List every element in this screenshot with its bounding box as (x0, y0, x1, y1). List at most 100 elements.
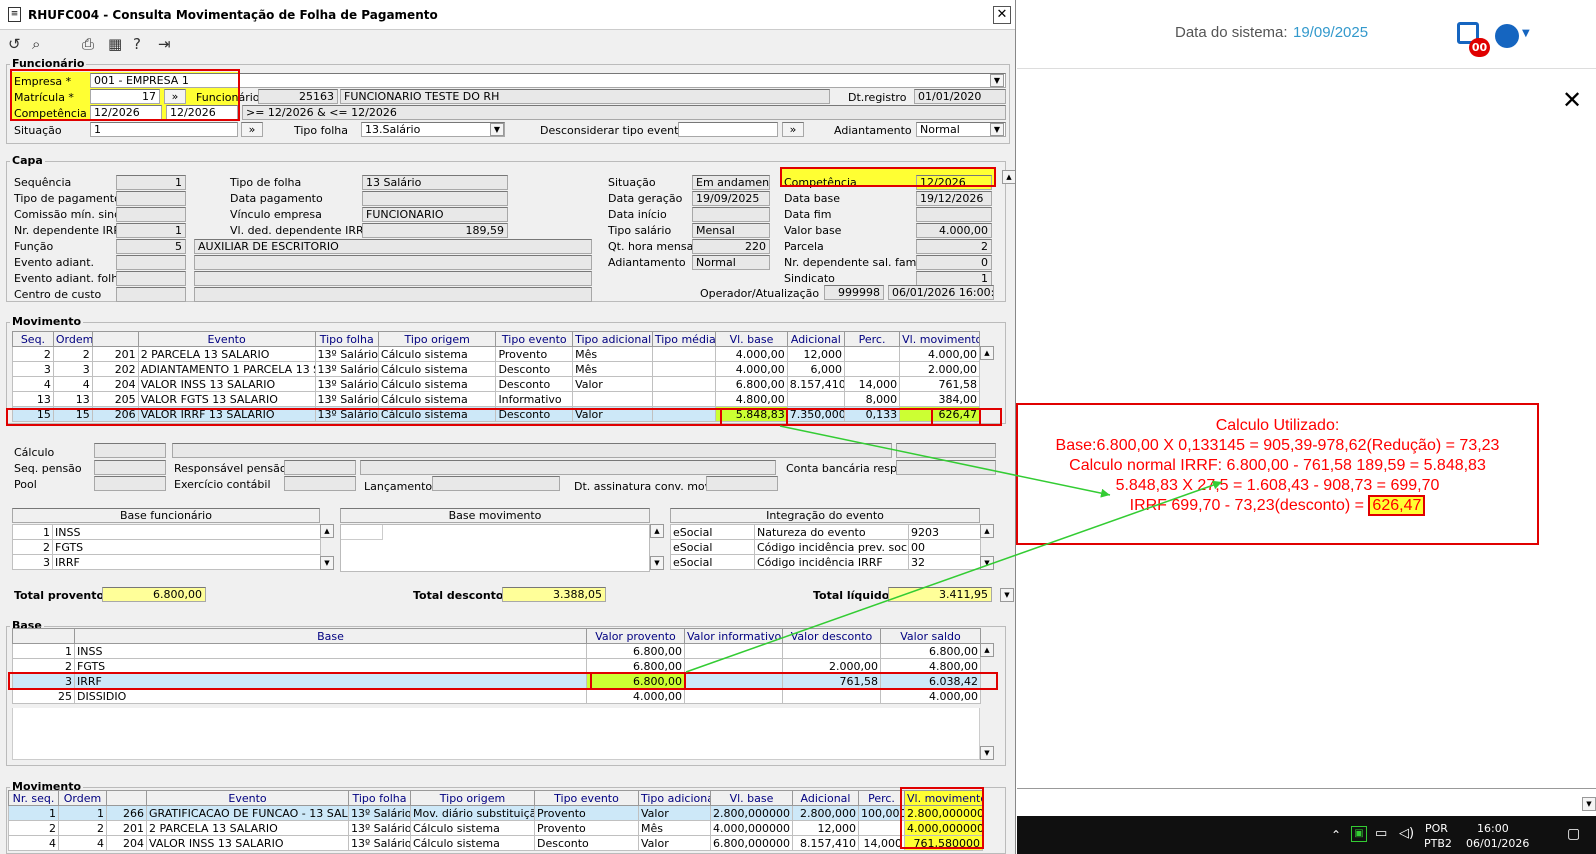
list-item[interactable]: 1 INSS (12, 524, 321, 540)
capa-value: 13 Salário (362, 175, 508, 190)
irrf-row-red-box (6, 408, 1002, 426)
scroll-down-icon[interactable]: ▼ (1000, 588, 1014, 602)
calendar-icon[interactable]: ▦ (108, 35, 122, 53)
clock-time[interactable]: 16:00 (1477, 822, 1509, 835)
column-header: Valor informativo (684, 628, 783, 644)
table-row[interactable]: 13 13 205 VALOR FGTS 13 SALARIO 13º Salário C… (12, 391, 980, 407)
seqpensao-value (94, 460, 166, 475)
close-modal-button[interactable]: ✕ (1562, 86, 1582, 114)
column-header: Vl. base (710, 790, 793, 806)
capa-value (916, 207, 992, 222)
table-cell: Mês (638, 820, 711, 836)
column-header: Seq. (12, 331, 54, 347)
search-icon[interactable]: ⌕ (32, 35, 40, 53)
capa-value: 2 (916, 239, 992, 254)
table-row[interactable]: 4 4 204 VALOR INSS 13 SALARIO 13º Salário Cál… (8, 835, 983, 851)
scroll-up-icon[interactable]: ▲ (320, 524, 334, 538)
table-cell: 25 (12, 688, 75, 704)
list-item[interactable]: eSocial Natureza do evento 9203 (670, 524, 981, 540)
lancamento-value (432, 476, 560, 491)
table-cell: eSocial (670, 524, 755, 540)
basemov-list (340, 524, 650, 572)
scroll-down-icon[interactable]: ▼ (650, 556, 664, 570)
capa-value: 1 (116, 175, 186, 190)
print-icon[interactable]: ⎙ (82, 35, 94, 53)
capa-extra (194, 287, 592, 302)
table-cell: 4.800,00 (715, 391, 788, 407)
list-item[interactable]: eSocial Código incidência prev. social 00 (670, 539, 981, 555)
table-cell: Código incidência IRRF (754, 554, 909, 570)
base-table: Base Valor provento Valor informativo Valor… (12, 628, 981, 704)
header-divider (1017, 68, 1596, 69)
table-cell: Desconto (495, 376, 574, 392)
table-cell: 13º Salário (314, 391, 379, 407)
capa-value: 1 (916, 271, 992, 286)
table-row[interactable]: 25 DISSIDIO 4.000,00 4.000,00 (12, 688, 981, 704)
scroll-up-icon[interactable]: ▲ (980, 346, 994, 360)
column-header: Vl. movimento (899, 331, 980, 347)
column-header: Tipo evento (495, 331, 574, 347)
table-cell: VALOR FGTS 13 SALARIO (137, 391, 316, 407)
table-row[interactable]: 3 3 202 ADIANTAMENTO 1 PARCELA 13 SA 13º Sal… (12, 361, 980, 377)
table-row[interactable]: 4 4 204 VALOR INSS 13 SALARIO 13º Salário Cál… (12, 376, 980, 392)
desconsiderar-lookup-button[interactable]: » (782, 122, 804, 137)
situacao-input[interactable]: 1 (90, 122, 238, 137)
table-cell: 4 (12, 376, 54, 392)
scroll-down-icon[interactable]: ▼ (980, 556, 994, 570)
calc-line-2: Base:6.800,00 X 0,133145 = 905,39-978,62… (1055, 437, 1500, 454)
capa-label: Nr. dependente sal. família (784, 256, 933, 269)
table-cell: DISSIDIO (74, 688, 587, 704)
capa-label: Valor base (784, 224, 842, 237)
scroll-up-icon[interactable]: ▲ (650, 524, 664, 538)
table-cell (843, 346, 901, 362)
pool-value (94, 476, 166, 491)
scroll-up-icon[interactable]: ▲ (1002, 170, 1015, 184)
table-cell: INSS (74, 643, 587, 659)
scroll-down-icon[interactable]: ▼ (1582, 797, 1596, 811)
scroll-up-icon[interactable]: ▲ (980, 524, 994, 538)
document-icon: ≡ (8, 7, 21, 22)
table-cell: 13 (52, 391, 93, 407)
table-cell: 8.157,410 (792, 835, 859, 851)
app-tray-icon[interactable]: ▣ (1351, 826, 1367, 842)
chevron-down-icon[interactable]: ▼ (990, 123, 1004, 136)
desconsiderar-input[interactable] (678, 122, 778, 137)
table-cell: Provento (534, 820, 639, 836)
help-icon[interactable]: ? (133, 35, 141, 53)
scroll-down-icon[interactable]: ▼ (980, 746, 994, 760)
exit-icon[interactable]: ⇥ (158, 35, 171, 53)
list-item[interactable]: 2 FGTS (12, 539, 321, 555)
table-cell: 8.157,410 (786, 376, 845, 392)
undo-icon[interactable]: ↺ (8, 35, 21, 53)
chevron-down-icon[interactable]: ▼ (1522, 28, 1530, 39)
list-item[interactable]: 3 IRRF (12, 554, 321, 570)
column-header: Perc. (858, 790, 905, 806)
chevron-down-icon[interactable]: ▼ (490, 123, 504, 136)
notifications-icon[interactable]: ▢ (1567, 826, 1580, 842)
network-icon[interactable]: ▭ (1375, 826, 1387, 841)
capa-value: 19/12/2026 (916, 191, 992, 206)
situacao-lookup-button[interactable]: » (241, 122, 263, 137)
user-avatar-icon[interactable] (1495, 24, 1519, 48)
table-row[interactable]: 1 1 266 GRATIFICACAO DE FUNCAO - 13 SALA 13º… (8, 805, 983, 821)
scroll-down-icon[interactable]: ▼ (320, 556, 334, 570)
table-row[interactable]: 2 2 201 2 PARCELA 13 SALARIO 13º Salário Cálc… (12, 346, 980, 362)
tipofolha-select[interactable]: 13.Salário (361, 122, 505, 137)
list-item[interactable]: eSocial Código incidência IRRF 32 (670, 554, 981, 570)
table-cell (684, 688, 783, 704)
close-window-button[interactable]: ✕ (993, 6, 1011, 24)
column-header: Vl. base (715, 331, 788, 347)
chevron-down-icon[interactable]: ▼ (990, 74, 1004, 87)
table-row[interactable]: 2 2 201 2 PARCELA 13 SALARIO 13º Salário Cálc… (8, 820, 983, 836)
scroll-up-icon[interactable]: ▲ (980, 643, 994, 657)
table-row[interactable]: 1 INSS 6.800,00 6.800,00 (12, 643, 981, 659)
table-cell: 4.000,00 (899, 346, 980, 362)
total-liquido-value: 3.411,95 (888, 587, 992, 602)
table-cell: Valor (572, 376, 653, 392)
language-code[interactable]: POR (1425, 822, 1448, 835)
chevron-up-icon[interactable]: ⌃ (1331, 828, 1341, 842)
clock-date[interactable]: 06/01/2026 (1466, 837, 1529, 850)
volume-icon[interactable]: ◁) (1399, 826, 1414, 841)
keyboard-layout[interactable]: PTB2 (1424, 837, 1452, 850)
column-header: Tipo origem (377, 331, 497, 347)
